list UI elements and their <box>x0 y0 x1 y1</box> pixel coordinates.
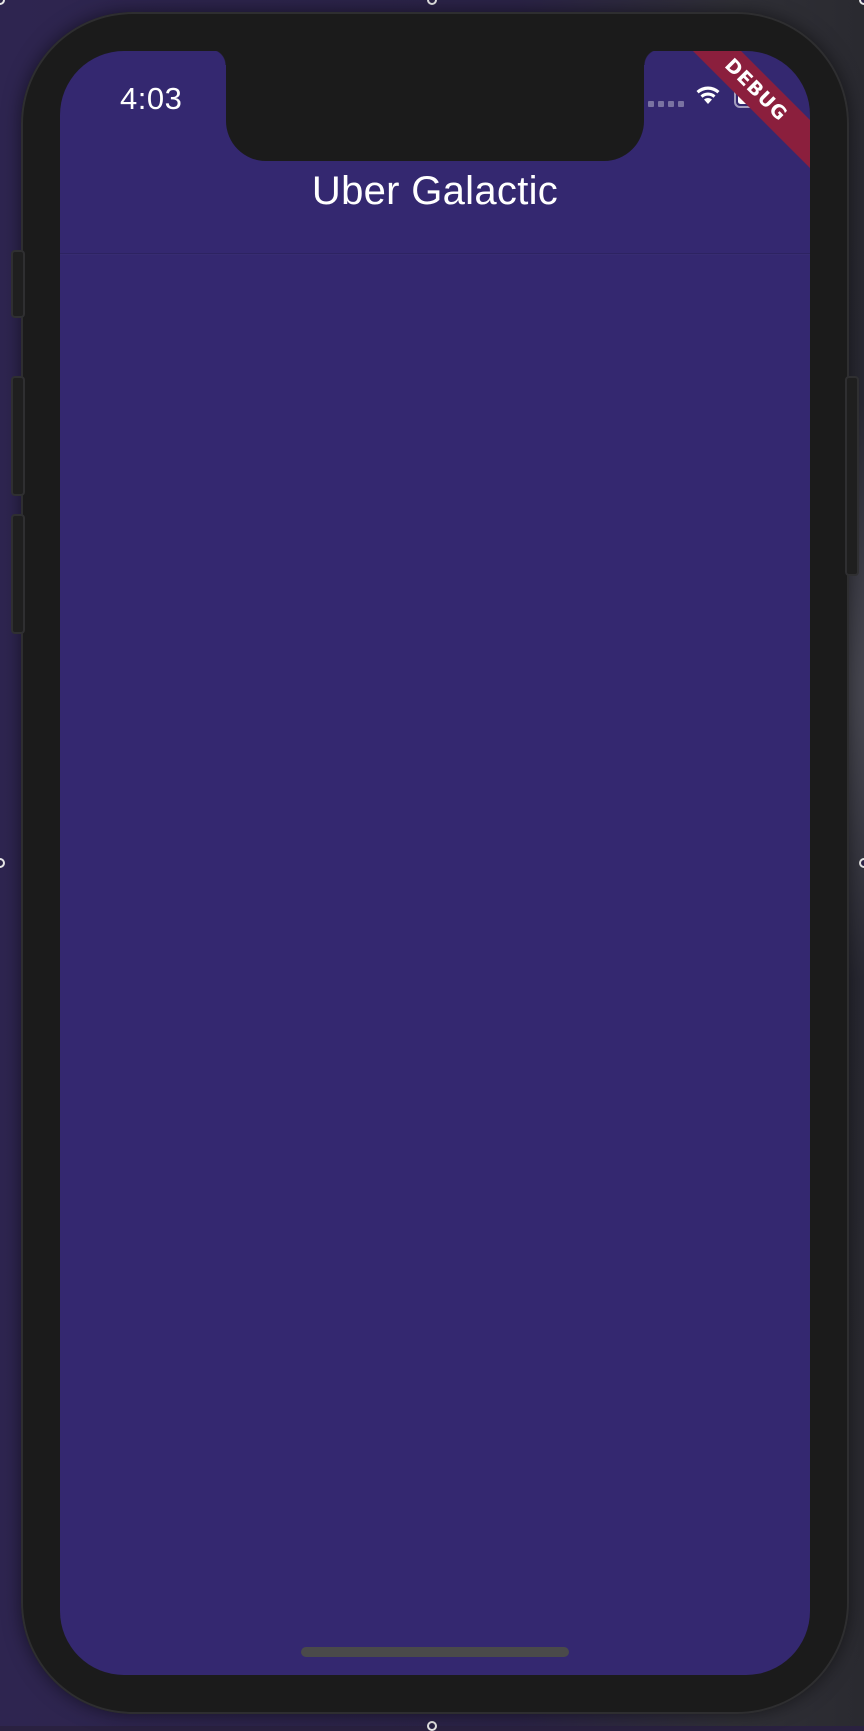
volume-up-button <box>11 376 25 496</box>
app-screen: Uber Galactic 4:03 DEBUG <box>60 51 810 1675</box>
page-title: Uber Galactic <box>311 169 559 213</box>
mute-switch <box>11 250 25 318</box>
power-button <box>845 376 859 576</box>
cellular-signal-icon <box>648 101 684 107</box>
home-indicator[interactable] <box>301 1647 569 1657</box>
wifi-icon <box>696 86 720 104</box>
device-notch <box>210 51 660 161</box>
status-time: 4:03 <box>120 81 183 116</box>
resize-handle-bottom[interactable] <box>427 1721 437 1731</box>
resize-handle-right[interactable] <box>859 858 864 868</box>
volume-down-button <box>11 514 25 634</box>
